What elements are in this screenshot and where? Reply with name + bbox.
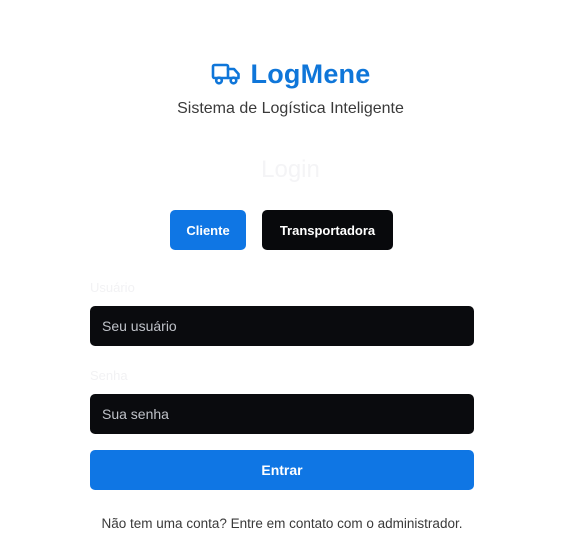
username-input[interactable]: Seu usuário (90, 306, 474, 346)
login-submit-button[interactable]: Entrar (90, 450, 474, 490)
contact-admin-note: Não tem uma conta? Entre em contato com … (101, 516, 463, 531)
password-input[interactable]: Sua senha (90, 394, 474, 434)
login-page: LogMene Sistema de Logística Inteligente… (0, 0, 581, 552)
app-subtitle: Sistema de Logística Inteligente (177, 100, 404, 117)
login-heading: Login (261, 156, 320, 183)
truck-icon (211, 62, 241, 86)
username-label: Usuário (90, 280, 135, 295)
cliente-button[interactable]: Cliente (170, 210, 246, 250)
password-label: Senha (90, 368, 128, 383)
transportadora-button[interactable]: Transportadora (262, 210, 393, 250)
app-title: LogMene (250, 58, 371, 89)
brand-header: LogMene (0, 56, 581, 92)
